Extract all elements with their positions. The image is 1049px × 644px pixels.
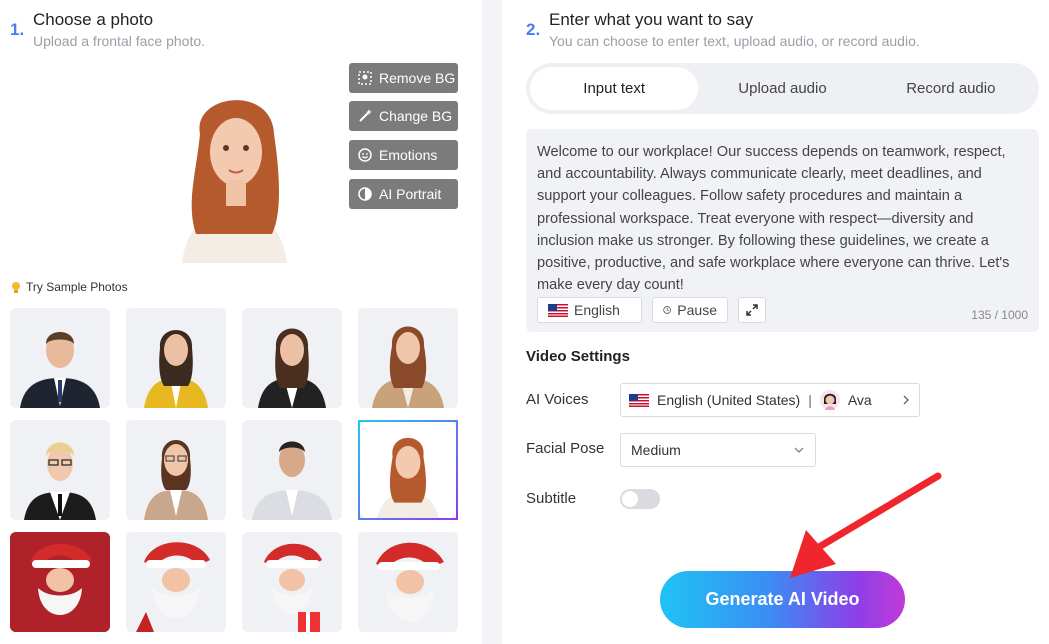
photo-panel: 1. Choose a photo Upload a frontal face …: [0, 0, 482, 644]
ai-portrait-label: AI Portrait: [379, 186, 442, 202]
remove-bg-label: Remove BG: [379, 70, 456, 86]
pause-label: Pause: [677, 302, 717, 318]
sample-photo-3[interactable]: [242, 308, 342, 408]
section-title: Enter what you want to say: [549, 10, 754, 29]
sample-photo-10[interactable]: [126, 532, 226, 632]
voice-language: English (United States): [657, 392, 801, 408]
subtitle-toggle[interactable]: [620, 489, 660, 509]
change-bg-label: Change BG: [379, 108, 453, 124]
script-textarea[interactable]: Welcome to our workplace! Our success de…: [526, 129, 1039, 332]
emotions-label: Emotions: [379, 147, 438, 163]
language-button[interactable]: English: [537, 297, 642, 323]
ai-voice-select[interactable]: English (United States) | Ava: [620, 383, 920, 417]
tab-input-text[interactable]: Input text: [530, 67, 699, 110]
us-flag-icon: [629, 393, 649, 407]
chevron-down-icon: [794, 447, 804, 453]
panel-divider: [482, 0, 502, 644]
portrait-icon: [358, 187, 372, 201]
pointer-arrow-icon: [790, 472, 942, 578]
subtitle-label: Subtitle: [526, 490, 577, 507]
script-panel: 2. Enter what you want to say You can ch…: [502, 0, 1049, 644]
toggle-knob: [622, 491, 638, 507]
magic-wand-icon: [359, 109, 372, 122]
expand-button[interactable]: [738, 297, 766, 323]
pause-button[interactable]: Pause: [652, 297, 728, 323]
sample-photo-4[interactable]: [358, 308, 458, 408]
script-text: Welcome to our workplace! Our success de…: [537, 144, 1010, 294]
facial-pose-label: Facial Pose: [526, 440, 605, 457]
step-number: 1.: [10, 20, 25, 39]
clock-icon: [663, 306, 671, 314]
facial-pose-value: Medium: [631, 442, 681, 458]
change-bg-button[interactable]: Change BG: [349, 101, 458, 131]
sample-photo-2[interactable]: [126, 308, 226, 408]
remove-bg-button[interactable]: Remove BG: [349, 63, 458, 93]
sample-photos-label: Try Sample Photos: [10, 280, 128, 294]
smiley-icon: [358, 148, 372, 162]
language-label: English: [574, 302, 620, 318]
sample-photo-1[interactable]: [10, 308, 110, 408]
sample-photo-11[interactable]: [242, 532, 342, 632]
sample-photo-5[interactable]: [10, 420, 110, 520]
voice-name: Ava: [847, 392, 872, 408]
sample-photo-7[interactable]: [242, 420, 342, 520]
sample-photo-12[interactable]: [358, 532, 458, 632]
sample-photo-8-selected[interactable]: [358, 420, 458, 520]
facial-pose-select[interactable]: Medium: [620, 433, 816, 467]
video-settings-title: Video Settings: [526, 348, 630, 365]
emotions-button[interactable]: Emotions: [349, 140, 458, 170]
us-flag-icon: [548, 303, 568, 317]
avatar-icon: [819, 390, 840, 410]
section-title: Choose a photo: [33, 10, 154, 29]
remove-bg-icon: [358, 71, 372, 85]
selected-photo-preview: [152, 74, 317, 263]
generate-video-button[interactable]: Generate AI Video: [660, 571, 905, 628]
separator: |: [808, 392, 812, 408]
section-subtitle: You can choose to enter text, upload aud…: [549, 33, 920, 49]
input-mode-tabs: Input text Upload audio Record audio: [526, 63, 1039, 114]
ai-voices-label: AI Voices: [526, 391, 589, 408]
section-subtitle: Upload a frontal face photo.: [33, 33, 206, 49]
sample-photo-9[interactable]: [10, 532, 110, 632]
chevron-right-icon: [903, 395, 909, 405]
ai-portrait-button[interactable]: AI Portrait: [349, 179, 458, 209]
lightbulb-icon: [12, 281, 20, 293]
expand-icon: [746, 304, 758, 316]
char-count: 135 / 1000: [971, 308, 1028, 322]
tab-record-audio[interactable]: Record audio: [867, 67, 1035, 110]
sample-photo-6[interactable]: [126, 420, 226, 520]
tab-upload-audio[interactable]: Upload audio: [698, 67, 866, 110]
step-number: 2.: [526, 20, 541, 39]
